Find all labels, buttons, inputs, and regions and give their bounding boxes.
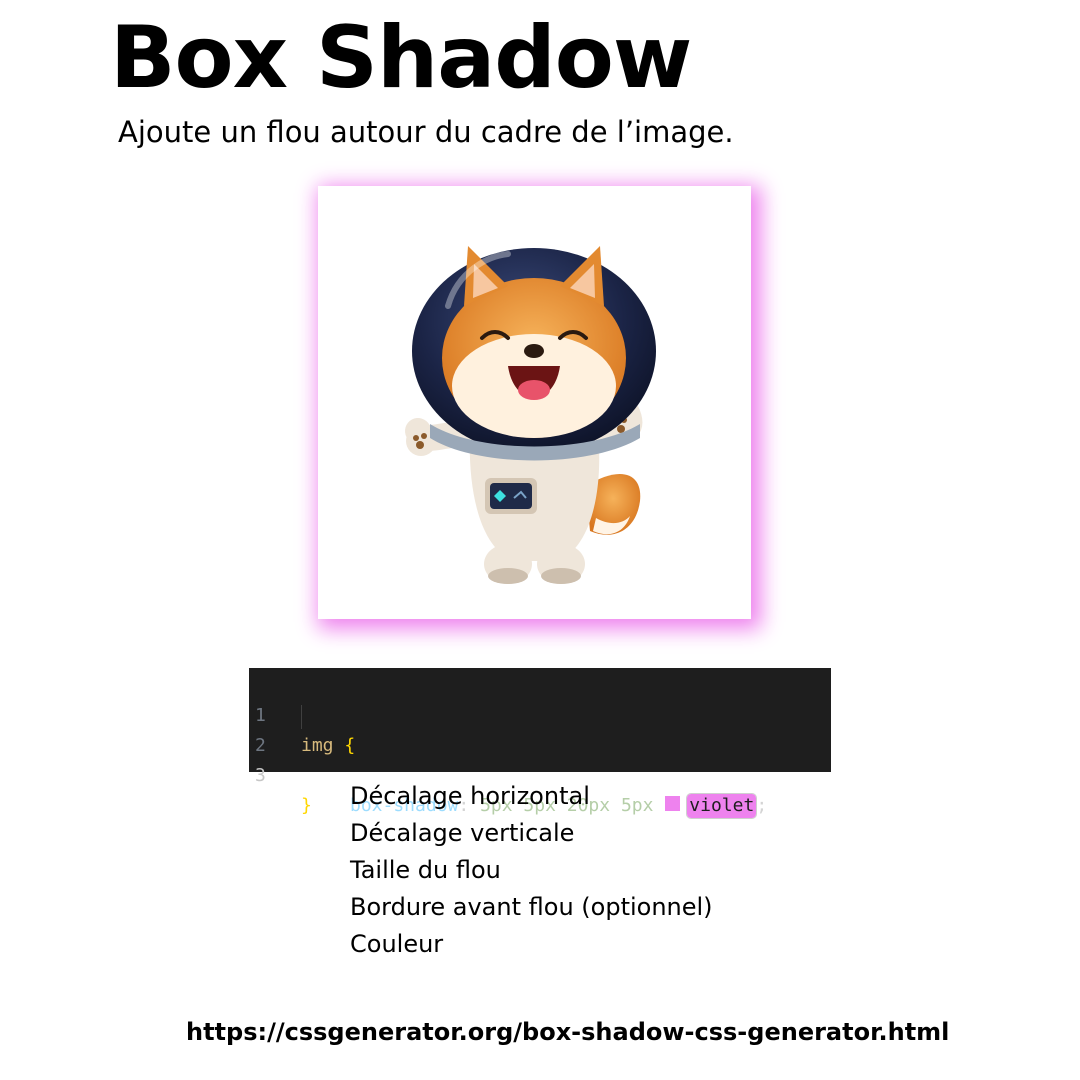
page-subtitle: Ajoute un flou autour du cadre de l’imag…	[118, 115, 734, 149]
close-brace: }	[301, 795, 312, 816]
list-item: Couleur	[350, 930, 444, 958]
css-semicolon: ;	[756, 795, 768, 816]
code-line-3: 3 }	[249, 731, 831, 816]
shadow-parameters-list: Décalage horizontal Décalage verticale T…	[350, 778, 713, 963]
indent-guide	[301, 705, 302, 729]
code-line-2: 2 box-shadow: 5px 5px 20px 5px violet;	[249, 701, 831, 819]
page-title: Box Shadow	[110, 8, 692, 108]
code-line-1: 1 img {	[249, 671, 831, 756]
list-item: Décalage verticale	[350, 819, 575, 847]
generator-link[interactable]: https://cssgenerator.org/box-shadow-css-…	[186, 1012, 949, 1052]
shiba-astronaut-illustration	[405, 246, 656, 584]
code-editor-panel: 1 img { 2 box-shadow: 5px 5px 20px 5px v…	[249, 668, 831, 819]
list-item: Décalage horizontal	[350, 782, 590, 810]
list-item: Taille du flou	[350, 856, 501, 884]
shadowed-image-card	[318, 186, 751, 619]
line-number: 3	[255, 765, 266, 786]
list-item: Bordure avant flou (optionnel)	[350, 893, 713, 921]
